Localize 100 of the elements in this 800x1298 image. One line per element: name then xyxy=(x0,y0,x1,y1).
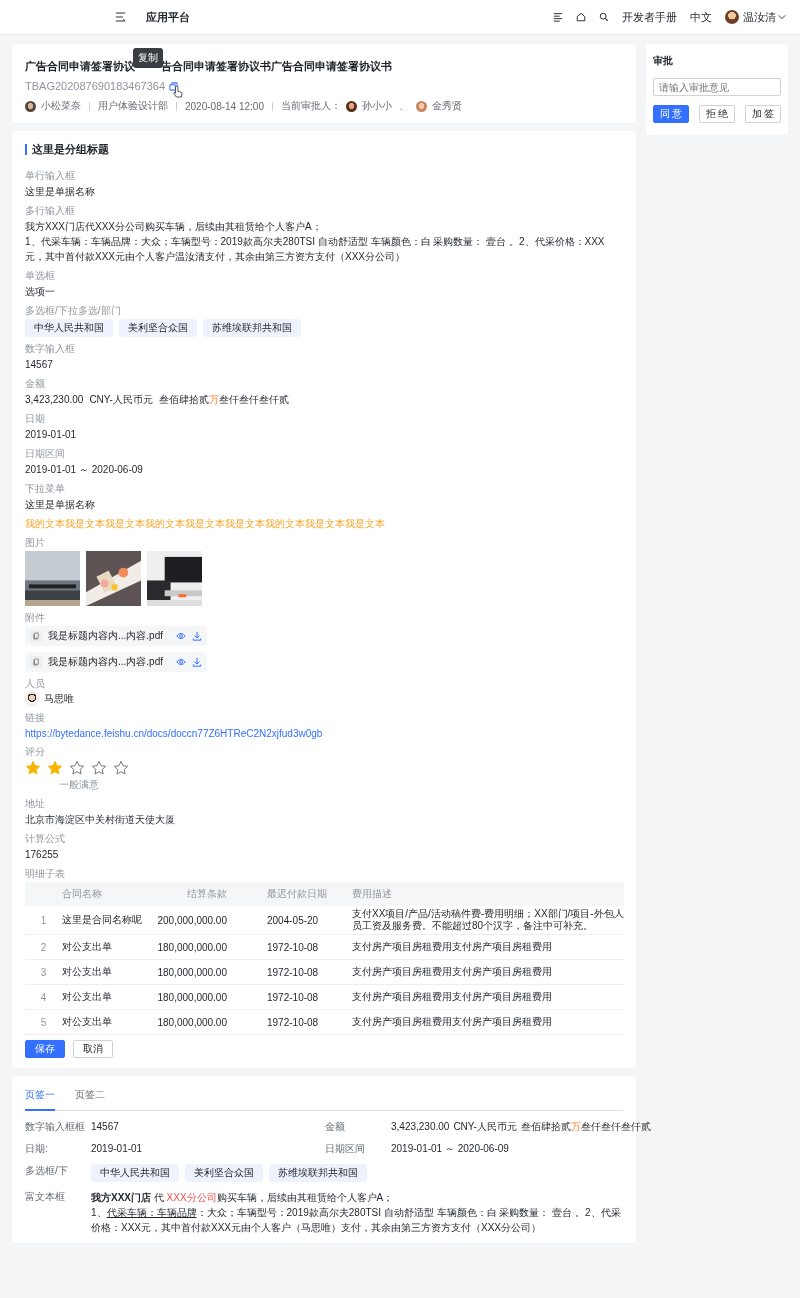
field-value: 14567 xyxy=(25,358,54,372)
column-header: 费用描述 xyxy=(352,887,393,901)
download-icon[interactable] xyxy=(192,657,202,667)
approver-avatar xyxy=(415,100,427,112)
field-label: 多行输入框 xyxy=(25,204,76,217)
approver-name: 金秀贤 xyxy=(431,99,462,113)
table-cell-text: 1972-10-08 xyxy=(266,941,320,953)
created-time: 2020-08-14 12:00 xyxy=(185,100,264,112)
department: 用户体验设计部 xyxy=(98,99,168,113)
tab[interactable]: 页签一 xyxy=(25,1084,55,1111)
user-name[interactable]: 温汝清 xyxy=(743,9,776,25)
detail-value: 2019-01-01 ～ 2020-06-09 xyxy=(391,1142,509,1156)
table-cell-text: 支付房产项目房租费用支付房产项目房租费用 xyxy=(352,990,553,1004)
amount-in-words: 叁佰肆拾贰万叁仟叁仟叁仟贰 xyxy=(158,393,289,407)
table-cell-text: 支付房产项目房租费用支付房产项目房租费用 xyxy=(352,1015,553,1029)
table-cell-text: 180,000,000.00 xyxy=(156,966,227,978)
search-icon[interactable] xyxy=(599,12,609,22)
detail-value: 14567 xyxy=(91,1120,119,1134)
detail-label: 多选框/下 xyxy=(25,1164,69,1178)
table-cell-text: 200,000,000.00 xyxy=(156,914,227,926)
file-icon xyxy=(30,630,42,642)
table-cell-text: 支付房产项目房租费用支付房产项目房租费用 xyxy=(352,940,553,954)
author-name: 小松菜奈 xyxy=(41,99,81,113)
form-button[interactable]: 保存 xyxy=(25,1040,65,1058)
field-label: 链接 xyxy=(25,711,46,724)
table-cell-text: 支付XX项目/产品/活动稿件费-费用明细；XX部门/项目-外包人员工资及服务费。不能超过80个汉字，备注中可补充。 xyxy=(352,907,624,933)
user-avatar[interactable] xyxy=(725,10,739,24)
form-button[interactable]: 取消 xyxy=(73,1040,113,1058)
detail-label: 日期: xyxy=(25,1142,49,1156)
tag: 中华人民共和国 xyxy=(91,1164,179,1182)
field-label: 计算公式 xyxy=(25,832,66,845)
preview-eye-icon[interactable] xyxy=(176,631,186,641)
row-number: 1 xyxy=(39,914,48,926)
table-cell-text: 1972-10-08 xyxy=(266,991,320,1003)
field-value: 176255 xyxy=(25,848,60,862)
table-cell-text: 支付房产项目房租费用支付房产项目房租费用 xyxy=(352,965,553,979)
field-value: 这里是单据名称 xyxy=(25,498,96,512)
nav-link[interactable]: 中文 xyxy=(690,9,712,25)
note-text: 我的文本我是文本我是文本我的文本我是文本我是文本我的文本我是文本我是文本 xyxy=(25,517,386,531)
list-icon[interactable] xyxy=(553,12,563,22)
detail-label: 数字输入框框 xyxy=(25,1120,86,1134)
detail-label: 金额 xyxy=(325,1120,346,1134)
table-cell-text: 这里是合同名称呢 xyxy=(62,913,143,927)
approval-button[interactable]: 拒 绝 xyxy=(699,105,735,123)
field-label: 多选框/下拉多选/部门 xyxy=(25,304,122,317)
amount-value: 3,423,230.00 xyxy=(391,1120,450,1134)
field-label: 单选框 xyxy=(25,269,56,282)
field-label: 附件 xyxy=(25,611,46,624)
tab[interactable]: 页签二 xyxy=(75,1084,105,1110)
field-value: 选项一 xyxy=(25,285,56,299)
field-value: 北京市海淀区中关村街道天使大厦 xyxy=(25,813,176,827)
table-cell-text: 对公支出单 xyxy=(62,965,113,979)
table-cell-text: 1972-10-08 xyxy=(266,1016,320,1028)
chevron-down-icon[interactable] xyxy=(778,14,786,20)
field-value: 我方XXX门店代XXX分公司购买车辆，后续由其租赁给个人客户A； 1、代采车辆：车辆品牌：大众；车辆型号：2019款高尔夫280TSI 自动舒适型 车辆颜色：白 采购数量： 壹台 。2、代采价格：XXX元，其中首付款XXX元由个人客户温汝清支付，其余由第三方资方支付（XXX分公司） xyxy=(25,220,606,264)
panel-title: 审批 xyxy=(653,54,674,68)
nav-link[interactable]: 开发者手册 xyxy=(622,9,677,25)
currency: CNY-人民币元 xyxy=(453,1120,517,1134)
approval-button[interactable]: 加 签 xyxy=(745,105,781,123)
table-cell-text: 2004-05-20 xyxy=(266,914,320,926)
home-icon[interactable] xyxy=(576,12,586,22)
detail-value: 2019-01-01 xyxy=(91,1142,143,1156)
copy-icon[interactable] xyxy=(169,81,179,91)
field-label: 数字输入框 xyxy=(25,342,76,355)
separator: 、 xyxy=(398,99,409,113)
download-icon[interactable] xyxy=(192,631,202,641)
star-icon[interactable] xyxy=(69,760,85,776)
field-label: 金额 xyxy=(25,377,46,390)
file-icon xyxy=(30,656,42,668)
tag: 美利坚合众国 xyxy=(185,1164,263,1182)
preview-eye-icon[interactable] xyxy=(176,657,186,667)
field-label: 评分 xyxy=(25,745,46,758)
section-title: 这里是分组标题 xyxy=(25,144,623,155)
table-cell-text: 对公支出单 xyxy=(62,940,113,954)
pointer-cursor-icon xyxy=(173,86,184,98)
table-cell-text: 180,000,000.00 xyxy=(156,1016,227,1028)
amount-value: 3,423,230.00 xyxy=(25,393,84,407)
table-cell-text: 180,000,000.00 xyxy=(156,991,227,1003)
approvers-label: 当前审批人： xyxy=(280,99,341,113)
star-icon[interactable] xyxy=(91,760,107,776)
tag: 美利坚合众国 xyxy=(119,319,197,337)
approver-avatar xyxy=(345,100,357,112)
row-number: 3 xyxy=(39,966,48,978)
field-label: 人员 xyxy=(25,677,46,690)
star-icon[interactable] xyxy=(25,760,41,776)
approval-button[interactable]: 同 意 xyxy=(653,105,689,123)
field-label: 明细子表 xyxy=(25,867,66,880)
detail-label: 日期区间 xyxy=(325,1142,366,1156)
person-avatar xyxy=(25,692,39,706)
person-name: 马思唯 xyxy=(44,692,74,706)
tag: 苏维埃联邦共和国 xyxy=(269,1164,367,1182)
comment-field[interactable]: 请输入审批意见 xyxy=(653,78,781,96)
column-header: 结算条款 xyxy=(186,887,227,901)
table-cell-text: 180,000,000.00 xyxy=(156,941,227,953)
menu-icon[interactable] xyxy=(115,12,126,22)
link[interactable]: https://bytedance.feishu.cn/docs/doccn77Z6HTReC2N2xjfud3w0gb xyxy=(25,728,323,739)
row-number: 2 xyxy=(39,941,48,953)
table-cell-text: 对公支出单 xyxy=(62,1015,113,1029)
star-icon[interactable] xyxy=(113,760,129,776)
star-icon[interactable] xyxy=(47,760,63,776)
